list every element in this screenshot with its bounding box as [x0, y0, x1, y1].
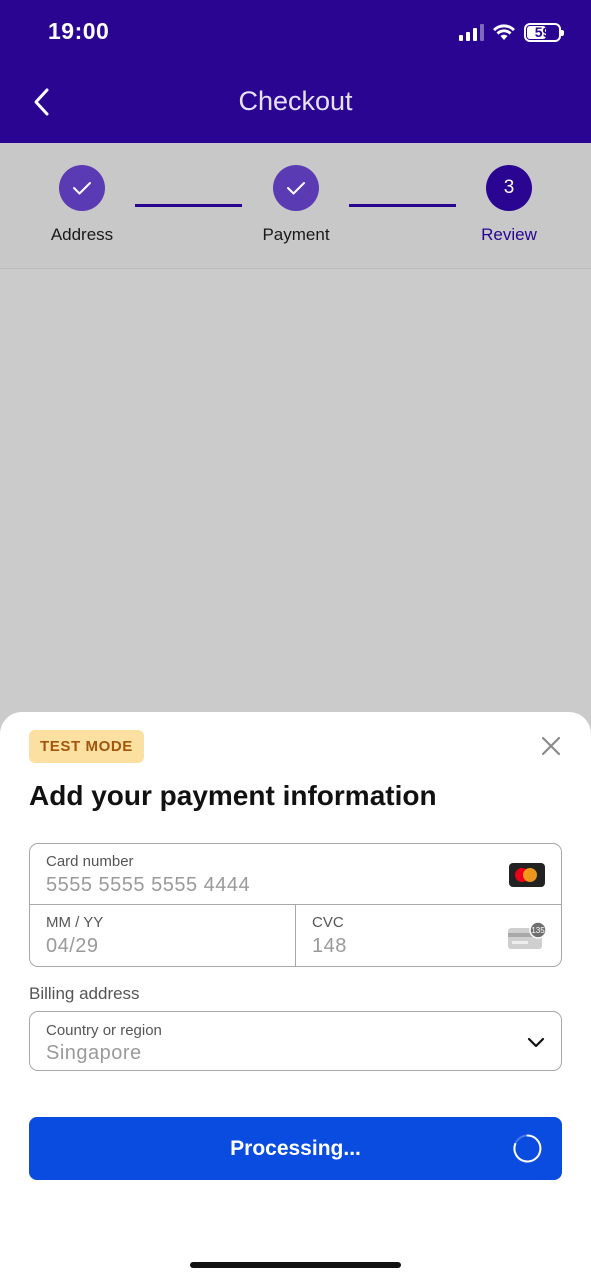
step-number: 3 [486, 165, 532, 211]
status-bar: 19:00 59 [0, 0, 591, 64]
step-address[interactable]: Address [22, 165, 142, 245]
step-payment[interactable]: Payment [236, 165, 356, 245]
test-mode-badge: TEST MODE [29, 730, 144, 763]
step-done-indicator [273, 165, 319, 211]
cvc-card-icon: 135 [508, 921, 547, 949]
step-label: Address [50, 225, 114, 244]
country-select[interactable]: Country or region Singapore [29, 1011, 562, 1071]
home-indicator[interactable] [190, 1262, 401, 1268]
app-header: 19:00 59 Checkout [0, 0, 591, 143]
card-details-group: Card number 5555 5555 5555 4444 MM / YY … [29, 843, 562, 967]
cvc-value: 148 [312, 935, 347, 957]
billing-address-label: Billing address [29, 984, 140, 1003]
step-label: Payment [262, 225, 330, 244]
battery-level: 59 [534, 24, 551, 40]
mastercard-icon [509, 863, 545, 887]
sheet-title: Add your payment information [29, 780, 437, 811]
submit-label: Processing... [230, 1136, 361, 1160]
card-number-label: Card number [46, 853, 134, 870]
submit-payment-button[interactable]: Processing... [29, 1117, 562, 1180]
step-review[interactable]: 3 Review [449, 165, 569, 245]
checkmark-icon [287, 182, 305, 195]
payment-sheet: TEST MODE Add your payment information C… [0, 712, 591, 1280]
step-connector [349, 204, 456, 207]
step-label: Review [481, 225, 537, 244]
country-value: Singapore [46, 1042, 142, 1064]
cvc-icon-text: 135 [531, 926, 545, 935]
status-time: 19:00 [48, 18, 110, 44]
spinner-icon [513, 1134, 542, 1163]
card-number-value: 5555 5555 5555 4444 [46, 874, 251, 896]
card-number-field[interactable]: Card number 5555 5555 5555 4444 [30, 844, 561, 905]
chevron-down-icon [527, 1037, 545, 1048]
status-icons: 59 [459, 20, 564, 44]
checkout-stepper: Address Payment 3 Review [0, 143, 591, 269]
close-button[interactable] [539, 734, 563, 758]
close-icon [541, 736, 561, 756]
checkmark-icon [73, 182, 91, 195]
battery-icon: 59 [524, 22, 564, 42]
page-title: Checkout [238, 86, 353, 116]
expiry-label: MM / YY [46, 914, 104, 931]
step-connector [135, 204, 242, 207]
wifi-icon [493, 24, 515, 40]
cvc-label: CVC [312, 914, 344, 931]
cvc-field[interactable]: CVC 148 135 [296, 905, 561, 966]
country-label: Country or region [46, 1022, 162, 1039]
cellular-signal-icon [459, 23, 484, 41]
expiry-value: 04/29 [46, 935, 99, 957]
expiry-field[interactable]: MM / YY 04/29 [30, 905, 296, 966]
step-done-indicator [59, 165, 105, 211]
